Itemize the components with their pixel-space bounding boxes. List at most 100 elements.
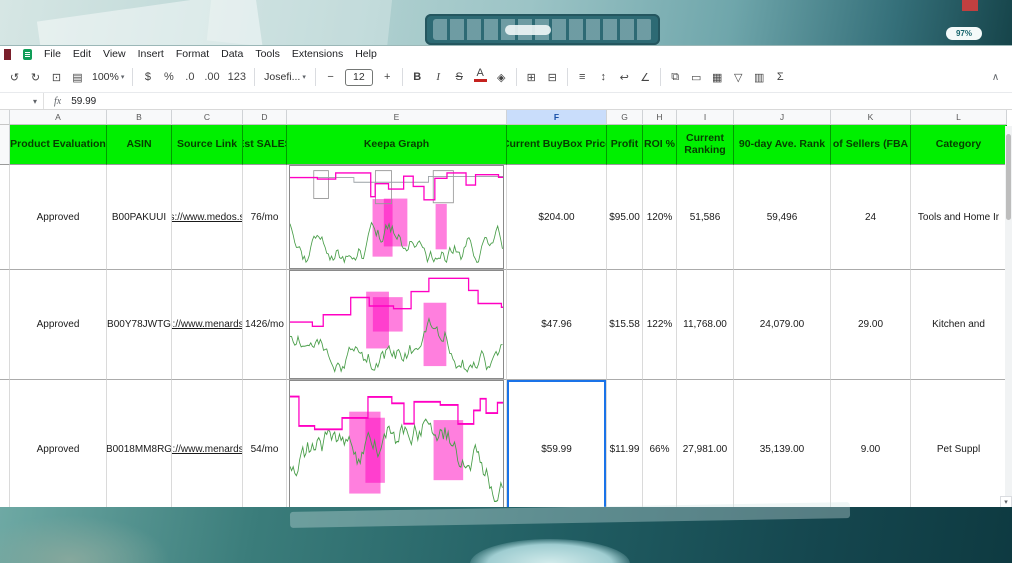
header-cell-sellers[interactable]: of Sellers (FBA — [831, 125, 911, 165]
insert-chart-icon[interactable]: ▦ — [711, 67, 724, 87]
col-letter-K[interactable]: K — [831, 110, 911, 125]
text-wrap-icon[interactable]: ↩ — [618, 67, 631, 87]
zoom-select[interactable]: 100% ▾ — [92, 67, 124, 87]
cell-r2-est_sales[interactable]: 1426/mo — [243, 270, 287, 380]
cell-r1-avg_rank[interactable]: 59,496 — [734, 165, 831, 270]
header-cell-buybox[interactable]: Current BuyBox Price — [507, 125, 607, 165]
header-cell-evaluation[interactable]: Product Evaluation — [10, 125, 107, 165]
cell-r3-roi[interactable]: 66% — [643, 380, 677, 507]
col-letter-L[interactable]: L — [911, 110, 1007, 125]
cell-r3-category[interactable]: Pet Suppl — [911, 380, 1007, 507]
col-letter-G[interactable]: G — [607, 110, 643, 125]
cell-r2-evaluation[interactable]: Approved — [10, 270, 107, 380]
cell-r2-roi[interactable]: 122% — [643, 270, 677, 380]
cell-r1-sellers[interactable]: 24 — [831, 165, 911, 270]
menu-item-help[interactable]: Help — [355, 48, 377, 60]
col-letter-J[interactable]: J — [734, 110, 831, 125]
cell-r3-ranking[interactable]: 27,981.00 — [677, 380, 734, 507]
cell-r3-avg_rank[interactable]: 35,139.00 — [734, 380, 831, 507]
header-cell-source_link[interactable]: Source Link — [172, 125, 243, 165]
strikethrough-icon[interactable]: S — [453, 67, 466, 87]
header-cell-roi[interactable]: ROI % — [643, 125, 677, 165]
header-cell-keepa[interactable]: Keepa Graph — [287, 125, 507, 165]
menu-item-insert[interactable]: Insert — [138, 48, 164, 60]
col-letter-D[interactable]: D — [243, 110, 287, 125]
filter-icon[interactable]: ▽ — [732, 67, 745, 87]
text-color-icon[interactable]: A — [473, 67, 487, 82]
print-icon[interactable]: ⊡ — [50, 67, 63, 87]
currency-format-icon[interactable]: $ — [141, 67, 154, 87]
cell-r2-keepa[interactable] — [287, 270, 507, 380]
menu-item-data[interactable]: Data — [221, 48, 243, 60]
cell-r3-keepa[interactable] — [287, 380, 507, 507]
menu-item-view[interactable]: View — [103, 48, 126, 60]
cell-r1-roi[interactable]: 120% — [643, 165, 677, 270]
cell-r1-est_sales[interactable]: 76/mo — [243, 165, 287, 270]
cell-r2-profit[interactable]: $15.58 — [607, 270, 643, 380]
menu-item-format[interactable]: Format — [176, 48, 209, 60]
cell-r3-source_link[interactable]: s://www.menards. — [172, 380, 243, 507]
vertical-align-icon[interactable]: ↕ — [597, 67, 610, 87]
menu-item-extensions[interactable]: Extensions — [292, 48, 343, 60]
percent-format-icon[interactable]: % — [162, 67, 175, 87]
insert-link-icon[interactable]: ⧉ — [669, 67, 682, 87]
header-cell-asin[interactable]: ASIN — [107, 125, 172, 165]
borders-icon[interactable]: ⊞ — [525, 67, 538, 87]
cell-r3-est_sales[interactable]: 54/mo — [243, 380, 287, 507]
header-cell-category[interactable]: Category — [911, 125, 1007, 165]
menu-item-file[interactable]: File — [44, 48, 61, 60]
cell-r3-profit[interactable]: $11.99 — [607, 380, 643, 507]
bold-icon[interactable]: B — [411, 67, 424, 87]
decrease-font-size-button[interactable]: − — [324, 67, 337, 87]
merge-cells-icon[interactable]: ⊟ — [546, 67, 559, 87]
cell-r1-buybox[interactable]: $204.00 — [507, 165, 607, 270]
formula-input[interactable]: 59.99 — [71, 96, 96, 107]
more-formats-icon[interactable]: 123 — [228, 67, 246, 87]
redo-icon[interactable]: ↻ — [29, 67, 42, 87]
header-cell-ranking[interactable]: Current Ranking — [677, 125, 734, 165]
cell-r2-avg_rank[interactable]: 24,079.00 — [734, 270, 831, 380]
col-letter-E[interactable]: E — [287, 110, 507, 125]
cell-r2-asin[interactable]: B00Y78JWTG — [107, 270, 172, 380]
cell-r2-ranking[interactable]: 11,768.00 — [677, 270, 734, 380]
cell-r1-source_link[interactable]: ps://www.medos.sh — [172, 165, 243, 270]
name-box[interactable]: ▾ — [0, 93, 44, 109]
scrollbar-thumb[interactable] — [1006, 134, 1011, 220]
header-cell-est_sales[interactable]: Est SALES — [243, 125, 287, 165]
italic-icon[interactable]: I — [432, 67, 445, 87]
cell-r2-source_link[interactable]: s://www.menards. — [172, 270, 243, 380]
table-views-icon[interactable]: ▥ — [753, 67, 766, 87]
cell-r3-evaluation[interactable]: Approved — [10, 380, 107, 507]
col-letter-H[interactable]: H — [643, 110, 677, 125]
fill-color-icon[interactable]: ◈ — [495, 67, 508, 87]
text-rotation-icon[interactable]: ∠ — [639, 67, 652, 87]
menu-item-edit[interactable]: Edit — [73, 48, 91, 60]
col-letter-I[interactable]: I — [677, 110, 734, 125]
col-letter-C[interactable]: C — [172, 110, 243, 125]
menu-item-tools[interactable]: Tools — [255, 48, 280, 60]
undo-icon[interactable]: ↺ — [8, 67, 21, 87]
font-size-input[interactable]: 12 — [345, 68, 373, 86]
cell-r2-sellers[interactable]: 29.00 — [831, 270, 911, 380]
cell-r1-profit[interactable]: $95.00 — [607, 165, 643, 270]
scroll-down-arrow[interactable]: ▾ — [1000, 496, 1012, 507]
cell-r1-keepa[interactable] — [287, 165, 507, 270]
insert-comment-icon[interactable]: ▭ — [690, 67, 703, 87]
increase-font-size-button[interactable]: + — [381, 67, 394, 87]
increase-decimal-icon[interactable]: .00 — [204, 67, 219, 87]
cell-r1-asin[interactable]: B00PAKUUI — [107, 165, 172, 270]
header-cell-profit[interactable]: Profit — [607, 125, 643, 165]
col-letter-A[interactable]: A — [10, 110, 107, 125]
vertical-scrollbar[interactable] — [1005, 126, 1012, 498]
cell-r3-sellers[interactable]: 9.00 — [831, 380, 911, 507]
cell-r1-evaluation[interactable]: Approved — [10, 165, 107, 270]
cell-r1-ranking[interactable]: 51,586 — [677, 165, 734, 270]
functions-icon[interactable]: Σ — [774, 67, 787, 87]
header-cell-avg_rank[interactable]: 90-day Ave. Rank — [734, 125, 831, 165]
cell-r3-buybox[interactable]: $59.99 — [507, 380, 607, 507]
cell-r1-category[interactable]: Tools and Home Ir — [911, 165, 1007, 270]
col-letter-B[interactable]: B — [107, 110, 172, 125]
cell-r3-asin[interactable]: B0018MM8RG — [107, 380, 172, 507]
cell-r2-buybox[interactable]: $47.96 — [507, 270, 607, 380]
cell-r2-category[interactable]: Kitchen and — [911, 270, 1007, 380]
